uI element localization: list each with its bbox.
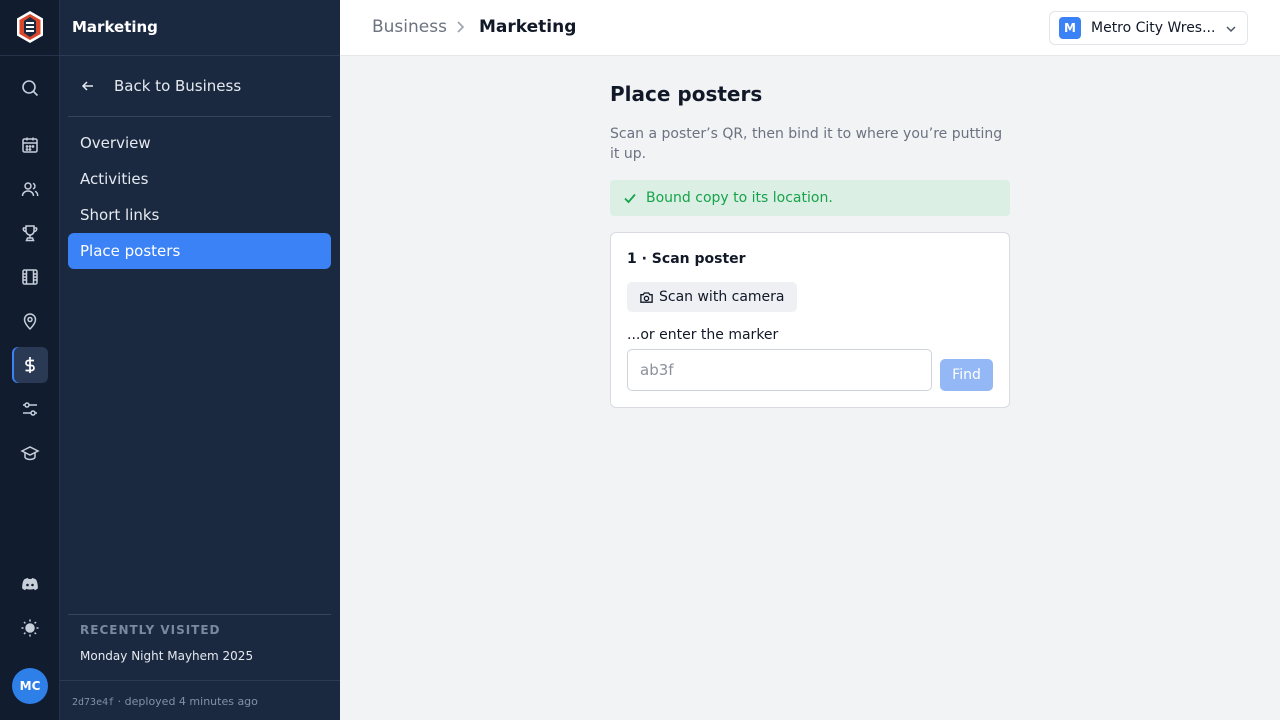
calendar-icon[interactable] [12,127,48,163]
sun-icon[interactable] [12,610,48,646]
sidebar: Marketing Back to Business Overview Acti… [60,0,340,720]
breadcrumb-business[interactable]: Business [372,17,447,37]
deploy-hash: 2d73e4f [72,697,115,708]
sliders-icon[interactable] [12,391,48,427]
org-name: Metro City Wres... [1091,20,1216,36]
divider [60,55,340,56]
alert-text: Bound copy to its location. [646,190,833,206]
page-subtitle: Scan a poster’s QR, then bind it to wher… [610,126,1003,162]
camera-icon [640,291,653,303]
chevron-down-icon [1226,26,1236,33]
card-title: 1 · Scan poster [627,251,746,267]
topbar: Business Marketing M Metro City Wres... [340,0,1280,56]
divider [60,680,340,681]
search-icon[interactable] [12,70,48,106]
film-icon[interactable] [12,259,48,295]
sidebar-item-activities[interactable]: Activities [68,161,331,197]
success-alert: Bound copy to its location. [610,180,1010,216]
icon-rail: MC [0,0,60,720]
divider [68,614,331,615]
scan-button-label: Scan with camera [659,289,785,305]
sidebar-title: Marketing [72,18,158,36]
discord-icon[interactable] [12,566,48,602]
location-pin-icon[interactable] [12,303,48,339]
marker-input[interactable] [627,349,932,391]
org-badge: M [1059,17,1081,39]
scan-poster-card: 1 · Scan poster Scan with camera ...or e… [610,232,1010,408]
sidebar-item-short-links[interactable]: Short links [68,197,331,233]
page-title: Place posters [610,82,763,106]
arrow-left-icon [81,81,93,91]
back-label: Back to Business [114,77,242,95]
graduation-cap-icon[interactable] [12,435,48,471]
find-button[interactable]: Find [940,359,993,391]
deploy-status: 2d73e4f · deployed 4 minutes ago [72,695,258,708]
sidebar-item-overview[interactable]: Overview [68,125,331,161]
rail-divider [0,55,60,56]
scan-with-camera-button[interactable]: Scan with camera [627,282,797,312]
trophy-icon[interactable] [12,215,48,251]
recent-item[interactable]: Monday Night Mayhem 2025 [80,649,253,663]
app-logo[interactable] [15,10,45,44]
sidebar-item-place-posters[interactable]: Place posters [68,233,331,269]
dollar-icon[interactable] [12,347,48,383]
breadcrumb-marketing: Marketing [479,17,577,37]
back-to-business-link[interactable]: Back to Business [68,68,331,104]
deploy-text: · deployed 4 minutes ago [117,695,258,708]
divider [68,116,331,117]
check-icon [624,193,636,204]
users-icon[interactable] [12,171,48,207]
org-switcher[interactable]: M Metro City Wres... [1049,11,1248,45]
avatar[interactable]: MC [12,668,48,704]
chevron-right-icon [457,21,465,33]
marker-label: ...or enter the marker [627,327,779,343]
recently-visited-heading: RECENTLY VISITED [80,623,221,637]
